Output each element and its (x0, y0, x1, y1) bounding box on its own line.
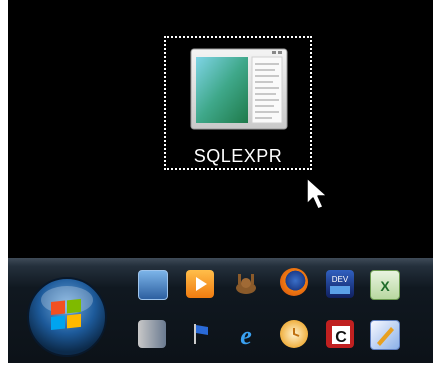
svg-text:e: e (240, 321, 252, 348)
desktop[interactable]: SQLEXPR (8, 0, 433, 258)
screen-bottom-edge (0, 363, 433, 369)
application-window-icon (190, 48, 288, 130)
flag-icon[interactable] (186, 320, 214, 348)
paint-icon[interactable] (370, 320, 400, 350)
internet-explorer-icon[interactable]: e (232, 320, 260, 350)
show-desktop-icon[interactable] (138, 270, 168, 300)
windows-media-player-icon[interactable] (186, 270, 214, 298)
taskbar: DEV X e C (8, 258, 433, 363)
windows-start-orb-icon[interactable] (26, 276, 108, 358)
desktop-icon-label: SQLEXPR (193, 146, 283, 166)
gimp-icon[interactable] (232, 270, 260, 298)
excel-icon[interactable]: X (370, 270, 400, 300)
desktop-icon-sqlexpr[interactable]: SQLEXPR (164, 36, 312, 170)
windows-explorer-icon[interactable] (138, 320, 166, 348)
dev-studio-icon[interactable]: DEV (326, 270, 354, 298)
c-app-icon[interactable]: C (326, 320, 354, 348)
outlook-icon[interactable] (280, 320, 308, 348)
svg-text:C: C (335, 329, 347, 346)
firefox-icon[interactable] (280, 268, 308, 296)
mouse-cursor-icon (306, 177, 328, 210)
svg-text:DEV: DEV (332, 275, 349, 284)
svg-text:X: X (380, 278, 390, 294)
screen: SQLEXPR DEV X e C (0, 0, 433, 369)
